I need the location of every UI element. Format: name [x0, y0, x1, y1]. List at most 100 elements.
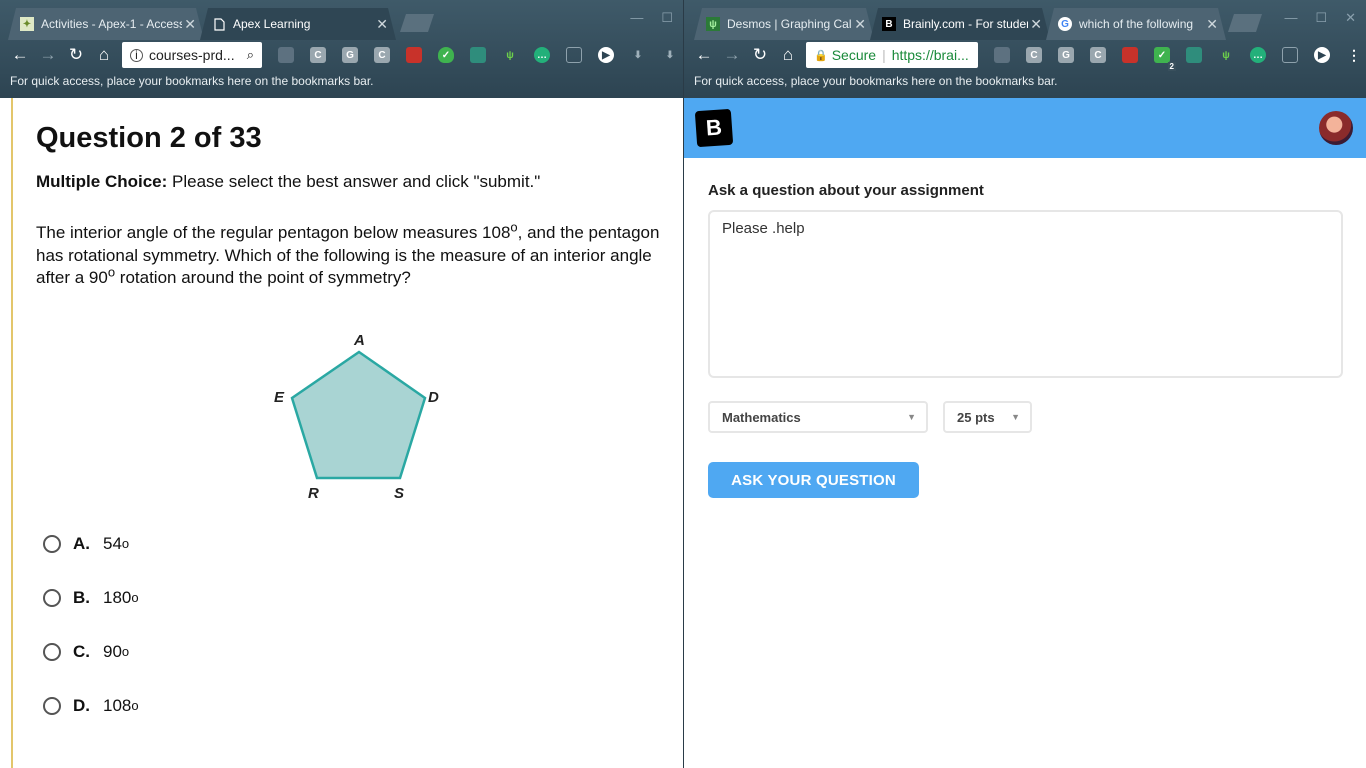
forward-icon[interactable]: → [718, 41, 746, 69]
pentagon-diagram: A D S R E [274, 332, 439, 502]
extension-icon[interactable] [278, 47, 294, 63]
play-icon[interactable]: ▶ [1314, 47, 1330, 63]
extension-c-icon[interactable]: C [310, 47, 326, 63]
browser-toolbar: ← → ↻ ⌂ 🔒 Secure | https://brai... C G C… [684, 40, 1366, 71]
vertex-label-a: A [353, 332, 365, 349]
globe-icon[interactable] [1186, 47, 1202, 63]
bookmarks-hint: For quick access, place your bookmarks h… [10, 74, 374, 88]
close-icon[interactable]: ✕ [184, 16, 196, 33]
maximize-icon[interactable]: ☐ [1315, 10, 1327, 26]
address-text: https://brai... [891, 47, 969, 63]
brainly-favicon-icon: B [882, 17, 896, 31]
avatar[interactable] [1319, 111, 1353, 145]
home-icon[interactable]: ⌂ [90, 41, 118, 69]
right-browser-window: ψ Desmos | Graphing Calculator ✕ B Brain… [683, 0, 1366, 768]
choice-value: 90 [103, 642, 122, 661]
extension-g-icon[interactable]: G [1058, 47, 1074, 63]
close-icon[interactable]: ✕ [376, 16, 388, 33]
maximize-icon[interactable]: ☐ [661, 10, 673, 26]
close-icon[interactable]: ✕ [1030, 16, 1042, 33]
back-icon[interactable]: ← [690, 41, 718, 69]
close-window-icon[interactable]: ✕ [1345, 10, 1356, 26]
bookmark-icon[interactable] [1122, 47, 1138, 63]
caret-down-icon: ▼ [1011, 412, 1020, 422]
subject-value: Mathematics [722, 409, 801, 425]
choice-d[interactable]: D. 108 o [43, 696, 139, 716]
plant-icon[interactable]: ψ [502, 47, 518, 63]
globe-icon[interactable] [470, 47, 486, 63]
tab-strip: ✦ Activities - Apex-1 - Access ✕ Apex Le… [0, 0, 683, 40]
ask-question-button[interactable]: ASK YOUR QUESTION [708, 462, 919, 498]
shield-icon[interactable]: ✓ [438, 47, 454, 63]
radio-button[interactable] [43, 535, 61, 553]
tab-desmos[interactable]: ψ Desmos | Graphing Calculator ✕ [694, 8, 874, 40]
info-icon[interactable]: i [130, 48, 143, 62]
extension-c2-icon[interactable]: C [1090, 47, 1106, 63]
extension-icon[interactable] [994, 47, 1010, 63]
bookmark-icon[interactable] [406, 47, 422, 63]
download-icon[interactable]: ⬇ [630, 47, 646, 63]
radio-button[interactable] [43, 643, 61, 661]
radio-button[interactable] [43, 697, 61, 715]
choice-c[interactable]: C. 90 o [43, 642, 129, 662]
minimize-icon[interactable]: — [1284, 10, 1297, 26]
forward-icon[interactable]: → [34, 41, 62, 69]
choice-value: 180 [103, 588, 132, 607]
address-bar[interactable]: i courses-prd... ⌕ [122, 42, 262, 68]
window-controls: — ☐ ✕ [1284, 10, 1356, 26]
home-icon[interactable]: ⌂ [774, 41, 802, 69]
choice-b[interactable]: B. 180 o [43, 588, 139, 608]
pentagon-shape [290, 350, 427, 480]
caret-down-icon: ▼ [907, 412, 916, 422]
tab-label: which of the following [1079, 17, 1194, 31]
tab-apex-learning[interactable]: Apex Learning ✕ [200, 8, 396, 40]
menu-icon[interactable]: ⋮ [1346, 47, 1362, 63]
question-input[interactable]: Please .help [708, 210, 1343, 378]
address-text: courses-prd... [149, 47, 235, 63]
extension-c2-icon[interactable]: C [374, 47, 390, 63]
subject-select[interactable]: Mathematics ▼ [708, 401, 928, 433]
question-text: The interior angle of the regular pentag… [36, 219, 660, 287]
chat-icon[interactable]: … [1250, 47, 1266, 63]
close-icon[interactable]: ✕ [854, 16, 866, 33]
address-bar[interactable]: 🔒 Secure | https://brai... [806, 42, 978, 68]
chat-icon[interactable]: … [534, 47, 550, 63]
shield-icon[interactable]: ✓ 2 [1154, 47, 1176, 71]
choice-value: 54 [103, 534, 122, 553]
choice-a[interactable]: A. 54 o [43, 534, 129, 554]
points-select[interactable]: 25 pts ▼ [943, 401, 1032, 433]
reload-icon[interactable]: ↻ [62, 41, 90, 69]
new-tab-button[interactable] [1228, 14, 1262, 32]
instruction-text: Please select the best answer and click … [167, 172, 541, 191]
new-tab-button[interactable] [400, 14, 434, 32]
extension-g-icon[interactable]: G [342, 47, 358, 63]
choice-value: 108 [103, 696, 132, 715]
tab-google-search[interactable]: G which of the following ✕ [1046, 8, 1226, 40]
cast-icon[interactable] [1282, 47, 1298, 63]
close-icon[interactable]: ✕ [1206, 16, 1218, 33]
left-browser-window: ✦ Activities - Apex-1 - Access ✕ Apex Le… [0, 0, 683, 768]
cast-icon[interactable] [566, 47, 582, 63]
play-icon[interactable]: ▶ [598, 47, 614, 63]
browser-toolbar: ← → ↻ ⌂ i courses-prd... ⌕ C G C ✓ ψ … ▶… [0, 40, 683, 70]
brainly-content: Ask a question about your assignment Ple… [684, 158, 1366, 768]
minimize-icon[interactable]: — [630, 10, 643, 26]
tab-label: Activities - Apex-1 - Access [41, 17, 182, 31]
vertex-label-r: R [308, 485, 319, 502]
brainly-logo[interactable]: B [694, 108, 734, 148]
radio-button[interactable] [43, 589, 61, 607]
lock-icon: 🔒 [814, 49, 828, 62]
tab-brainly[interactable]: B Brainly.com - For students ✕ [870, 8, 1050, 40]
extension-badge: 2 [1167, 62, 1176, 71]
choice-letter: A. [73, 534, 90, 553]
zoom-icon[interactable]: ⌕ [247, 47, 254, 63]
save-icon[interactable]: ⬇ [662, 47, 678, 63]
tab-label: Brainly.com - For students [903, 17, 1027, 31]
back-icon[interactable]: ← [6, 41, 34, 69]
extension-c-icon[interactable]: C [1026, 47, 1042, 63]
reload-icon[interactable]: ↻ [746, 41, 774, 69]
apex-favicon-icon: ✦ [20, 17, 34, 31]
tab-activities[interactable]: ✦ Activities - Apex-1 - Access ✕ [8, 8, 204, 40]
page-icon [212, 17, 226, 31]
plant-icon[interactable]: ψ [1218, 47, 1234, 63]
